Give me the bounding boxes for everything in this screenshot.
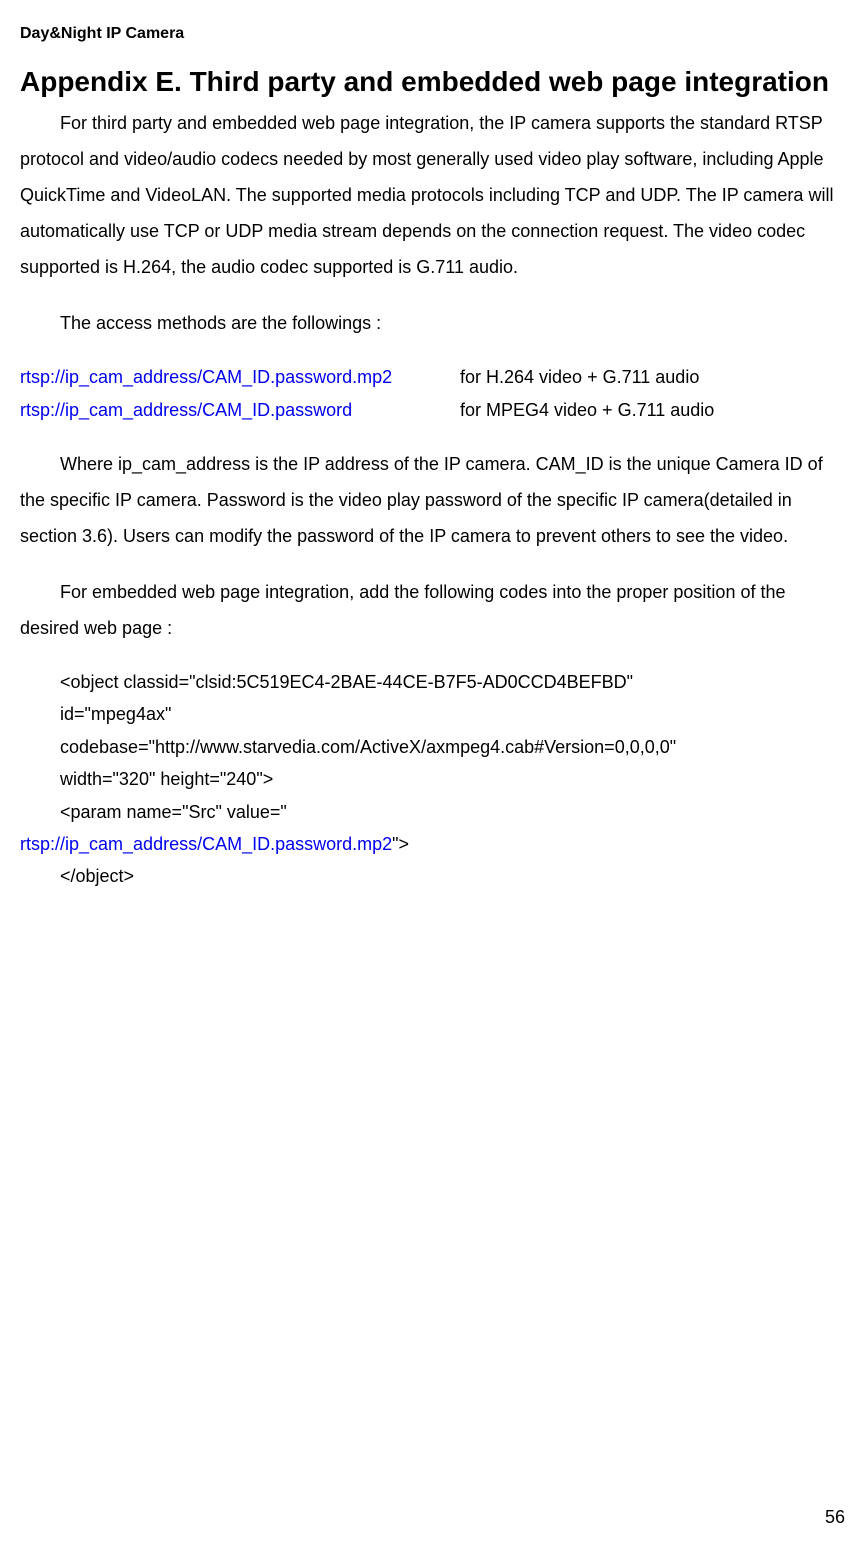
code-link-suffix: "> [392, 834, 409, 854]
rtsp-row-1: rtsp://ip_cam_address/CAM_ID.password.mp… [20, 361, 845, 393]
document-header: Day&Night IP Camera [20, 20, 845, 49]
code-line-4: width="320" height="240"> [60, 763, 845, 795]
code-close-line: </object> [60, 860, 845, 892]
rtsp-desc-2: for MPEG4 video + G.711 audio [460, 394, 714, 426]
code-line-1: <object classid="clsid:5C519EC4-2BAE-44C… [60, 666, 845, 698]
rtsp-url-2[interactable]: rtsp://ip_cam_address/CAM_ID.password [20, 394, 460, 426]
paragraph-access-methods: The access methods are the followings : [20, 305, 845, 341]
paragraph-intro: For third party and embedded web page in… [20, 105, 845, 285]
code-line-5: <param name="Src" value=" [60, 796, 845, 828]
code-block: <object classid="clsid:5C519EC4-2BAE-44C… [60, 666, 845, 828]
rtsp-url-1[interactable]: rtsp://ip_cam_address/CAM_ID.password.mp… [20, 361, 460, 393]
appendix-heading: Appendix E. Third party and embedded web… [20, 64, 845, 100]
code-line-3: codebase="http://www.starvedia.com/Activ… [60, 731, 845, 763]
page-number: 56 [825, 1501, 845, 1533]
rtsp-desc-1: for H.264 video + G.711 audio [460, 361, 699, 393]
paragraph-where: Where ip_cam_address is the IP address o… [20, 446, 845, 554]
code-line-2: id="mpeg4ax" [60, 698, 845, 730]
code-line-link: rtsp://ip_cam_address/CAM_ID.password.mp… [20, 828, 845, 860]
paragraph-embedded: For embedded web page integration, add t… [20, 574, 845, 646]
rtsp-code-link[interactable]: rtsp://ip_cam_address/CAM_ID.password.mp… [20, 834, 392, 854]
rtsp-row-2: rtsp://ip_cam_address/CAM_ID.password fo… [20, 394, 845, 426]
